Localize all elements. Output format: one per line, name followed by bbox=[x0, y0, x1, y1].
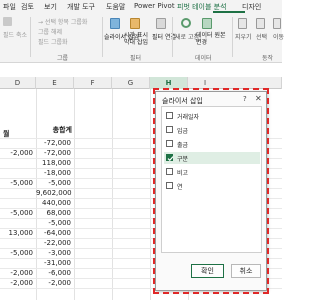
collapse-field-icon[interactable] bbox=[3, 17, 12, 26]
field-option[interactable]: 연 bbox=[164, 180, 260, 192]
column-header-d[interactable]: D bbox=[0, 77, 36, 89]
field-option-label: 비고 bbox=[177, 170, 189, 177]
tab-review[interactable]: 검토 bbox=[21, 2, 34, 12]
change-data-source-button[interactable]: 데이터 원본 변경 bbox=[196, 32, 230, 46]
collapse-field-label[interactable]: 필드 축소 bbox=[3, 30, 27, 39]
cell-e[interactable]: -18,000 bbox=[36, 169, 71, 177]
column-header-row: D E F G H I bbox=[0, 77, 282, 89]
field-option[interactable]: 비고 bbox=[164, 166, 260, 178]
field-option-label: 출금 bbox=[177, 142, 189, 149]
help-icon[interactable]: ? bbox=[243, 95, 247, 103]
cell-d[interactable]: -5,000 bbox=[0, 249, 33, 257]
tab-developer[interactable]: 개발 도구 bbox=[67, 2, 95, 12]
group-field-button[interactable]: 필드 그룹화 bbox=[38, 37, 68, 46]
cell-d[interactable]: -5,000 bbox=[0, 209, 33, 217]
cancel-button[interactable]: 취소 bbox=[231, 264, 261, 278]
field-option[interactable]: 거래일자 bbox=[164, 110, 260, 122]
insert-timeline-button[interactable]: 시간 표시 막대 삽입 bbox=[124, 32, 150, 46]
move-icon bbox=[273, 18, 281, 29]
column-header-g[interactable]: G bbox=[112, 77, 150, 89]
cell-e[interactable]: 9,602,000 bbox=[36, 189, 72, 197]
column-header-f[interactable]: F bbox=[74, 77, 112, 89]
group-section-label: 그룹 bbox=[57, 55, 69, 62]
close-icon[interactable]: ✕ bbox=[255, 94, 262, 103]
tab-file[interactable]: 파일 bbox=[3, 2, 16, 12]
cell-e[interactable]: 118,000 bbox=[36, 159, 71, 167]
group-separator bbox=[172, 17, 173, 57]
refresh-icon bbox=[181, 18, 191, 28]
move-button[interactable]: 이동 bbox=[273, 32, 284, 41]
checkbox[interactable] bbox=[166, 112, 173, 119]
cell-d[interactable]: -5,000 bbox=[0, 179, 33, 187]
cell-d[interactable]: 13,000 bbox=[0, 229, 34, 237]
column-header-total: 총합계 bbox=[52, 126, 72, 134]
ok-button[interactable]: 확인 bbox=[191, 264, 224, 278]
checkbox[interactable] bbox=[166, 126, 173, 133]
ribbon-tabs: 파일 검토 보기 개발 도구 도움말 Power Pivot 피벗 테이블 분석… bbox=[0, 0, 282, 13]
field-option-label: 거래일자 bbox=[177, 114, 200, 121]
field-list: 거래일자 입금 출금 구분 비고 연 bbox=[161, 106, 262, 253]
cell-e[interactable]: -3,000 bbox=[36, 249, 71, 257]
data-section-label: 데이터 bbox=[195, 55, 212, 62]
timeline-icon bbox=[130, 18, 140, 29]
clear-icon bbox=[238, 18, 247, 29]
ungroup-button[interactable]: 그룹 해제 bbox=[38, 27, 62, 36]
field-option-label: 입금 bbox=[177, 128, 189, 135]
change-data-source-icon bbox=[202, 18, 212, 29]
cell-e[interactable]: -31,000 bbox=[36, 259, 71, 267]
group-separator bbox=[30, 17, 31, 57]
field-option-label: 연 bbox=[177, 184, 183, 191]
clear-button[interactable]: 지우기 bbox=[235, 32, 252, 41]
field-option-label: 구분 bbox=[177, 156, 189, 163]
cell-e[interactable]: -5,000 bbox=[36, 219, 71, 227]
column-header-i[interactable]: I bbox=[188, 77, 282, 89]
checkbox[interactable] bbox=[166, 182, 173, 189]
checkbox-checked[interactable] bbox=[166, 154, 174, 162]
cell-d[interactable]: -2,000 bbox=[0, 279, 33, 287]
cell-e[interactable]: -5,000 bbox=[36, 179, 71, 187]
cell-e[interactable]: -2,000 bbox=[36, 279, 71, 287]
select-icon bbox=[256, 18, 265, 29]
checkbox[interactable] bbox=[166, 168, 173, 175]
filter-section-label: 필터 bbox=[130, 55, 142, 62]
column-header-e[interactable]: E bbox=[36, 77, 74, 89]
cell-e[interactable]: -6,000 bbox=[36, 269, 71, 277]
actions-section-label: 동작 bbox=[262, 55, 274, 62]
checkmark-icon bbox=[167, 156, 174, 162]
cell-e[interactable]: -22,000 bbox=[36, 239, 71, 247]
cell-d[interactable]: -2,000 bbox=[0, 269, 33, 277]
tab-help[interactable]: 도움말 bbox=[106, 2, 125, 12]
filter-connections-icon bbox=[156, 18, 166, 29]
column-header-h[interactable]: H bbox=[150, 77, 188, 89]
field-option[interactable]: 출금 bbox=[164, 138, 260, 150]
insert-slicer-dialog: 슬라이서 삽입 ? ✕ 거래일자 입금 출금 구분 비고 연 확인 취소 bbox=[155, 91, 267, 291]
group-separator bbox=[232, 17, 233, 57]
cell-e[interactable]: -72,000 bbox=[36, 149, 71, 157]
select-button[interactable]: 선택 bbox=[256, 32, 267, 41]
insert-slicer-icon bbox=[110, 18, 120, 29]
group-separator bbox=[102, 17, 103, 57]
checkbox[interactable] bbox=[166, 140, 173, 147]
field-option[interactable]: 구분 bbox=[164, 152, 260, 164]
group-selection-button[interactable]: → 선택 항목 그룹화 bbox=[38, 17, 87, 26]
row-header-month: 월 bbox=[3, 130, 10, 138]
cell-e[interactable]: 68,000 bbox=[36, 209, 72, 217]
dialog-title: 슬라이서 삽입 bbox=[162, 97, 203, 105]
ribbon-body: 필드 축소 → 선택 항목 그룹화 그룹 해제 필드 그룹화 그룹 슬라이서 삽… bbox=[0, 13, 284, 63]
tab-view[interactable]: 보기 bbox=[44, 2, 57, 12]
cell-e[interactable]: -64,000 bbox=[36, 229, 71, 237]
tab-power-pivot[interactable]: Power Pivot bbox=[134, 2, 175, 10]
cell-d[interactable]: -2,000 bbox=[0, 149, 33, 157]
cell-e[interactable]: 440,000 bbox=[36, 199, 71, 207]
cell-e[interactable]: -72,000 bbox=[36, 139, 71, 147]
field-option[interactable]: 입금 bbox=[164, 124, 260, 136]
